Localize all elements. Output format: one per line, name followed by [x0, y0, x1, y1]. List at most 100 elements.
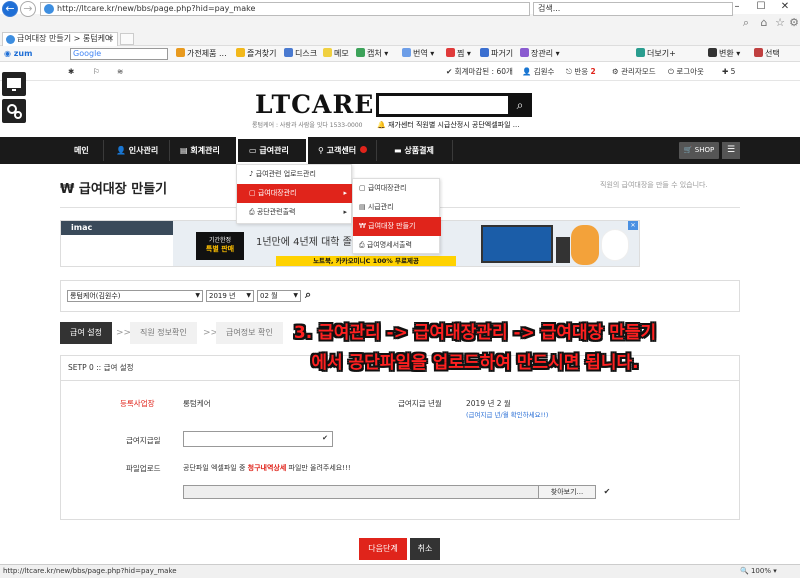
- forward-icon[interactable]: →: [20, 1, 36, 17]
- company-select[interactable]: 롱텀케어(김원수) ▼: [67, 290, 203, 302]
- favorite-item[interactable]: 파거기: [480, 47, 513, 61]
- close-icon[interactable]: ✕: [774, 0, 796, 14]
- menu-item-ledger-manage[interactable]: ▢ 급여대장관리 ▸: [237, 184, 353, 203]
- nav-hr[interactable]: 👤 인사관리: [116, 137, 158, 164]
- google-search-box[interactable]: Google: [70, 48, 168, 60]
- deadline-link[interactable]: ✔ 회계마감된 : 60개: [446, 63, 513, 80]
- upload-hint-b: 청구내역상세: [247, 464, 287, 472]
- banner-brand: imac: [61, 221, 173, 235]
- filter-search-icon[interactable]: ⌕: [305, 288, 311, 302]
- home-icon[interactable]: ⌂: [756, 14, 772, 32]
- favorite-label: 디스크: [295, 49, 318, 58]
- nav-payroll[interactable]: ▭ 급여관리: [249, 137, 289, 164]
- favorite-item[interactable]: 번역 ▾: [402, 47, 434, 61]
- cancel-button[interactable]: 취소: [410, 538, 440, 560]
- menu-label: 공단관련출력: [256, 208, 296, 216]
- manage-icon: [520, 48, 529, 57]
- favorite-item[interactable]: 더보기+: [636, 47, 676, 61]
- next-step-button[interactable]: 다음단계: [359, 538, 407, 560]
- nav-divider: [452, 140, 453, 161]
- favorite-label: 메모: [334, 49, 349, 58]
- pay-month-hint: (급여지급 년/월 확인하세요!!): [466, 411, 549, 419]
- settings-icon[interactable]: [2, 99, 26, 123]
- nav-support[interactable]: ⚲ 고객센터: [318, 137, 356, 164]
- favorite-item[interactable]: 선택: [754, 47, 780, 61]
- menu-item-hourly[interactable]: ▤ 시급관리: [353, 198, 441, 217]
- rss-icon[interactable]: ≋: [117, 63, 123, 80]
- back-icon[interactable]: ←: [2, 1, 18, 17]
- browser-tab[interactable]: 급여대장 만들기 > 롱텀케어 ✕: [2, 32, 118, 46]
- admin-mode-link[interactable]: ⚙ 관리자모드: [612, 63, 656, 80]
- shop-button[interactable]: 🛒 SHOP: [679, 142, 719, 159]
- shop-label: SHOP: [694, 146, 715, 154]
- logo-subtitle: 롱텀케어 : 사람과 사람을 잇다 1533-0000: [252, 122, 363, 129]
- logout-link[interactable]: ⏻ 로그아웃: [668, 63, 704, 80]
- month-select[interactable]: 02 월 ▼: [257, 290, 301, 302]
- favorite-label: 장관리: [531, 49, 554, 58]
- bug-icon[interactable]: ✱: [68, 63, 74, 80]
- pay-month-value: 2019 년 2 월: [466, 399, 511, 408]
- nav-divider: [103, 140, 104, 161]
- year-select[interactable]: 2019 년 ▼: [206, 290, 254, 302]
- banner-headline: 1년만에 4년제 대학 졸업: [256, 237, 362, 248]
- pay-day-select[interactable]: ✔: [183, 431, 333, 447]
- convert-icon: [708, 48, 717, 57]
- admin-mode-label: 관리자모드: [621, 67, 656, 76]
- favorite-item[interactable]: 캡처 ▾: [356, 47, 388, 61]
- menu-icon[interactable]: ☰: [722, 142, 740, 159]
- bell-icon: 🔔: [377, 121, 386, 129]
- chevron-right-icon: >>: [116, 328, 132, 338]
- annotation-line2: 에서 공단파일을 업로드하여 만드시면 됩니다.: [311, 353, 639, 373]
- user-link[interactable]: 👤 김원수: [522, 63, 554, 80]
- favorite-item[interactable]: 찜 ▾: [446, 47, 471, 61]
- disk-icon: [284, 48, 293, 57]
- favorite-item[interactable]: 장관리 ▾: [520, 47, 560, 61]
- bookmark-icon[interactable]: ⚐: [93, 63, 100, 80]
- notice-ticker[interactable]: 🔔 재가센터 직원별 시급산정시 공단엑셀파일 ...: [377, 120, 519, 130]
- google-label: Google: [73, 49, 102, 58]
- upload-hint-a: 공단파일 엑셀파일 중: [183, 464, 248, 472]
- banner-promo: 노트북, 카카오미니C 100% 무료제공: [276, 256, 456, 266]
- zum-logo[interactable]: ◉ zum: [4, 47, 32, 61]
- reply-link[interactable]: ⎋ 반응 2: [566, 63, 596, 80]
- menu-item-print[interactable]: ⎙ 공단관련출력 ▸: [237, 203, 353, 222]
- search-icon[interactable]: ⌕: [738, 14, 754, 32]
- zum-label: zum: [13, 49, 33, 58]
- nav-payment[interactable]: ▬ 상품결제: [394, 137, 434, 164]
- tab-close-icon[interactable]: ✕: [107, 33, 114, 45]
- menu-item-make-ledger[interactable]: ₩ 급여대장 만들기: [353, 217, 441, 236]
- ad-close-icon[interactable]: ✕: [628, 221, 638, 230]
- badge-top: 기간한정: [208, 237, 232, 244]
- address-bar[interactable]: http://ltcare.kr/new/bbs/page.php?hid=pa…: [40, 2, 530, 16]
- maximize-icon[interactable]: ☐: [750, 0, 772, 14]
- browse-button[interactable]: 찾아보기...: [538, 485, 596, 499]
- zoom-level[interactable]: 🔍 100% ▾: [740, 565, 777, 578]
- nav-main[interactable]: 메인: [74, 137, 89, 164]
- favorite-item[interactable]: 가전제품 ...: [176, 47, 227, 61]
- monitor-icon[interactable]: [2, 72, 26, 96]
- nav-divider: [376, 140, 377, 161]
- favorite-item[interactable]: 즐겨찾기: [236, 47, 276, 61]
- menu-item-payslip[interactable]: ⎙ 급여명세서출력: [353, 236, 441, 255]
- new-tab-button[interactable]: [120, 33, 134, 45]
- favorite-item[interactable]: 디스크: [284, 47, 317, 61]
- ad-banner[interactable]: imac 기간한정 특별 판매 1년만에 4년제 대학 졸업 노트북, 카카오미니…: [60, 220, 640, 267]
- menu-item-ledger-list[interactable]: ▢ 급여대장관리: [353, 179, 441, 198]
- step-employee-info[interactable]: 직원 정보확인: [130, 322, 197, 344]
- nav-accounting[interactable]: ▤ 회계관리: [180, 137, 220, 164]
- favorite-item[interactable]: 변환 ▾: [708, 47, 740, 61]
- menu-item-upload[interactable]: ♪ 급여관련 업로드관리: [237, 165, 353, 184]
- bookmark-icon: [176, 48, 185, 57]
- reply-count: 2: [590, 67, 596, 76]
- step-pay-settings[interactable]: 급여 설정: [60, 322, 112, 344]
- browser-search-input[interactable]: 검색...: [533, 2, 733, 16]
- search-button[interactable]: ⌕: [508, 93, 532, 117]
- speaker-image: [556, 237, 570, 263]
- count-link[interactable]: ✚ 5: [722, 63, 735, 80]
- favorite-item[interactable]: 메모: [323, 47, 349, 61]
- gear-icon[interactable]: ⚙: [786, 14, 800, 32]
- site-logo[interactable]: LTCARE: [255, 90, 373, 120]
- page-description: 직원의 급여대장을 만들 수 있습니다.: [600, 181, 708, 189]
- star-icon: [236, 48, 245, 57]
- file-path-field[interactable]: [183, 485, 539, 499]
